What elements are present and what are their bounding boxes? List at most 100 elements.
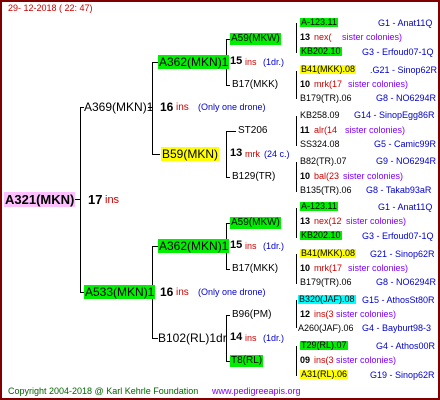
right-9-queen[interactable]: SS324.08 <box>300 140 340 149</box>
connector <box>152 154 160 155</box>
right-9-loc: G5 - Camic99R <box>374 139 437 149</box>
right-14-count: 13 <box>300 216 311 226</box>
gen2-1-note: (1dr.) <box>263 57 285 67</box>
gen3-queen-7[interactable]: B96(PM) <box>232 310 271 320</box>
right-16-loc: G21 - Sinop62R <box>370 249 435 259</box>
right-6-queen[interactable]: B179(TR).06 <box>300 94 352 103</box>
right-19-loc: G15 - AthosSt80R <box>362 295 435 305</box>
right-14-text: sister colonies) <box>346 216 407 226</box>
right-22-loc: G4 - Athos00R <box>376 341 436 351</box>
connector <box>226 177 230 178</box>
right-4-loc: .G21 - Sinop62R <box>370 65 438 75</box>
gen2-queen-4[interactable]: B102(RL)1dr <box>158 332 227 344</box>
right-6-loc: G8 - NO6294R <box>376 93 437 103</box>
right-5-text: sister colonies) <box>348 79 409 89</box>
gen3-queen-2[interactable]: B17(MKK) <box>232 80 278 90</box>
gen2-queen-1[interactable]: A362(MKN)1 <box>158 55 230 69</box>
gen2-2-ins-count: 13 <box>230 147 243 159</box>
right-1-loc: G1 - Anat11Q <box>378 18 433 28</box>
connector <box>296 162 297 192</box>
right-11-pre: bal(23 <box>314 171 340 181</box>
root-ins-label: ins <box>105 194 120 206</box>
gen3-queen-3[interactable]: ST206 <box>238 126 267 136</box>
right-17-count: 10 <box>300 263 311 273</box>
right-4-queen[interactable]: B41(MKK).08 <box>300 65 357 74</box>
right-20-pre: ins(3 <box>314 309 334 319</box>
gen2-4-ins-count: 14 <box>230 331 243 343</box>
gen2-4-note: (1dr.) <box>263 333 285 343</box>
connector <box>296 71 297 99</box>
gen1-bottom-note: (Only one drone) <box>198 287 266 297</box>
right-21-loc: G4 - Bayburt98-3 <box>362 323 432 333</box>
date-stamp: 29- 12-2018 ( 22: 47) <box>8 3 93 13</box>
connector <box>296 208 297 238</box>
gen2-4-ins-label: ins <box>245 333 257 343</box>
gen2-queen-3[interactable]: A362(MKN)1 <box>158 239 230 253</box>
gen2-1-ins-count: 15 <box>230 55 243 67</box>
right-17-pre: mrk(17 <box>314 263 343 273</box>
right-20-count: 12 <box>300 309 311 319</box>
right-14-pre: nex(12 <box>314 216 342 226</box>
right-15-loc: G3 - Erfoud07-1Q <box>362 231 434 241</box>
copyright: Copyright 2004-2018 @ Karl Kehrle Founda… <box>8 386 199 396</box>
right-8-count: 11 <box>300 125 310 135</box>
gen1-queen-top[interactable]: A369(MKN)1 <box>84 101 153 113</box>
right-3-queen[interactable]: KB202.10 <box>300 47 342 56</box>
right-2-pre: nex( <box>314 32 332 42</box>
gen2-1-ins-label: ins <box>245 57 257 67</box>
right-18-queen[interactable]: B179(TR).06 <box>300 278 352 287</box>
right-16-queen[interactable]: B41(MKK).08 <box>300 249 357 258</box>
right-17-text: sister colonies) <box>348 263 409 273</box>
right-19-queen[interactable]: B320(JAF).08 <box>298 295 356 304</box>
gen2-2-note: (24 c.) <box>264 149 290 159</box>
gen2-queen-2[interactable]: B59(MKN) <box>161 147 220 161</box>
right-11-count: 10 <box>300 171 311 181</box>
right-5-count: 10 <box>300 79 311 89</box>
right-8-pre: alr(14 <box>314 125 338 135</box>
gen3-queen-6[interactable]: B17(MKK) <box>232 264 278 274</box>
gen2-3-ins-label: ins <box>245 241 257 251</box>
right-1-queen[interactable]: A-123.11 <box>300 18 338 27</box>
right-21-queen[interactable]: A260(JAF).06 <box>298 324 354 333</box>
gen1-bottom-ins-label: ins <box>176 287 189 298</box>
right-23-text: sister colonies) <box>336 355 397 365</box>
connector <box>296 346 297 376</box>
right-13-queen[interactable]: A-123.11 <box>300 202 338 211</box>
gen3-queen-8[interactable]: T8(RL) <box>230 355 264 367</box>
gen1-bottom-ins-count: 16 <box>160 285 174 299</box>
right-22-queen[interactable]: T29(RL).07 <box>300 341 348 350</box>
gen3-queen-5[interactable]: A59(MKW) <box>230 217 281 229</box>
right-7-queen[interactable]: KB258.09 <box>300 111 340 120</box>
gen1-top-ins-label: ins <box>176 102 189 113</box>
right-18-loc: G8 - NO6294R <box>376 277 437 287</box>
right-7-loc: G14 - SinopEgg86R <box>354 110 435 120</box>
right-13-loc: G1 - Anat11Q <box>378 202 433 212</box>
right-24-loc: G19 - Sinop62R <box>370 370 435 380</box>
connector <box>296 254 297 284</box>
right-23-count: 09 <box>300 355 311 365</box>
connector <box>226 269 230 270</box>
connector <box>226 131 227 177</box>
right-10-queen[interactable]: B82(TR).07 <box>300 157 347 166</box>
connector <box>226 85 230 86</box>
right-5-pre: mrk(17 <box>314 79 343 89</box>
gen2-3-ins-count: 15 <box>230 239 243 251</box>
gen1-queen-bottom[interactable]: A533(MKN)1 <box>84 285 156 299</box>
right-12-loc: G8 - Takab93aR <box>366 185 432 195</box>
connector <box>80 107 81 292</box>
right-2-text: sister colonies) <box>342 32 403 42</box>
site-url: www.pedigreeapis.org <box>212 386 301 396</box>
connector <box>296 23 297 53</box>
right-24-queen[interactable]: A31(RL).06 <box>300 370 349 379</box>
gen3-queen-4[interactable]: B129(TR) <box>232 172 275 182</box>
right-15-queen[interactable]: KB202.10 <box>300 231 342 240</box>
root-ins-count: 17 <box>88 192 103 207</box>
right-20-text: sister colonies) <box>336 309 397 319</box>
connector <box>226 131 236 132</box>
gen1-top-ins-count: 16 <box>160 100 174 114</box>
connector <box>296 300 297 328</box>
gen3-queen-1[interactable]: A59(MKW) <box>230 33 281 45</box>
right-8-text: sister colonies) <box>345 125 406 135</box>
root-queen[interactable]: A321(MKN) <box>4 192 76 207</box>
right-12-queen[interactable]: B135(TR).06 <box>300 186 352 195</box>
